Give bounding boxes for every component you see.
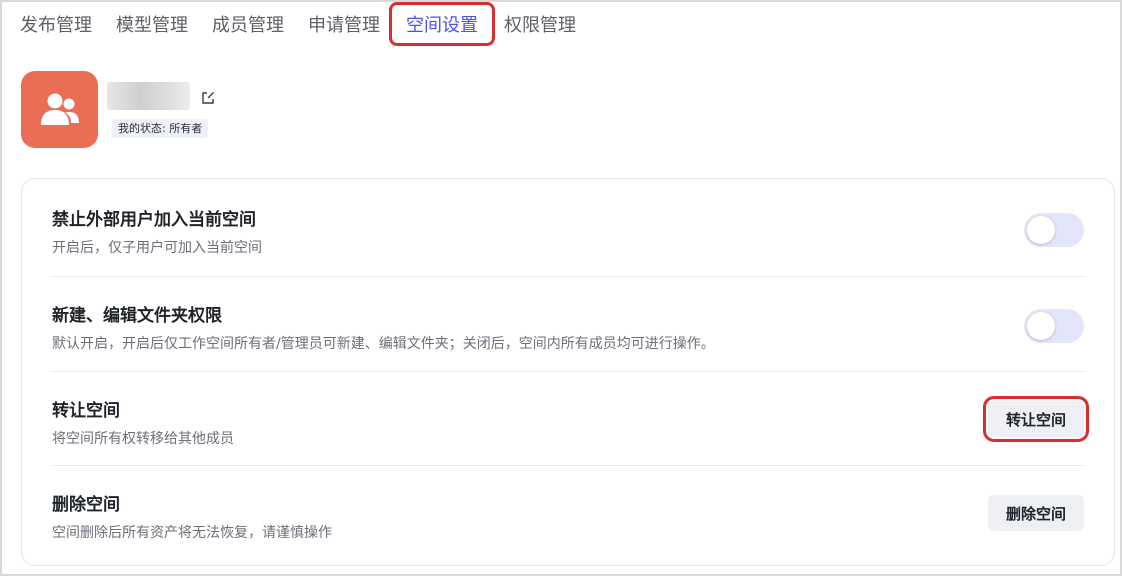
- settings-card: 禁止外部用户加入当前空间 开启后，仅子用户可加入当前空间 新建、编辑文件夹权限 …: [21, 178, 1115, 566]
- setting-row-transfer-space: 转让空间 将空间所有权转移给其他成员 转让空间: [52, 370, 1090, 465]
- toggle-knob: [1027, 312, 1055, 340]
- folder-permission-toggle[interactable]: [1024, 309, 1084, 343]
- tab-space-settings[interactable]: 空间设置: [389, 2, 495, 46]
- setting-description: 将空间所有权转移给其他成员: [52, 431, 234, 447]
- tab-publish-management[interactable]: 发布管理: [20, 7, 92, 41]
- setting-description: 开启后，仅子用户可加入当前空间: [52, 240, 262, 256]
- delete-space-button[interactable]: 删除空间: [987, 495, 1084, 531]
- setting-description: 空间删除后所有资产将无法恢复，请谨慎操作: [52, 525, 332, 541]
- setting-title: 新建、编辑文件夹权限: [52, 306, 222, 326]
- toggle-knob: [1027, 216, 1055, 244]
- setting-row-delete-space: 删除空间 空间删除后所有资产将无法恢复，请谨慎操作 删除空间: [52, 464, 1084, 559]
- tab-model-management[interactable]: 模型管理: [116, 7, 188, 41]
- tab-member-management[interactable]: 成员管理: [212, 7, 284, 41]
- tab-application-management[interactable]: 申请管理: [308, 7, 380, 41]
- setting-description: 默认开启，开启后仅工作空间所有者/管理员可新建、编辑文件夹；关闭后，空间内所有成…: [52, 336, 715, 352]
- users-icon: [40, 93, 79, 125]
- space-name-redacted: [107, 82, 190, 110]
- transfer-space-button[interactable]: 转让空间: [982, 396, 1090, 442]
- setting-title: 转让空间: [52, 401, 120, 421]
- space-avatar: [21, 71, 98, 148]
- settings-tabs: 发布管理 模型管理 成员管理 申请管理 空间设置 权限管理: [20, 2, 600, 46]
- setting-title: 删除空间: [52, 495, 120, 515]
- edit-icon[interactable]: [201, 90, 215, 104]
- tab-permission-management[interactable]: 权限管理: [504, 7, 576, 41]
- setting-title: 禁止外部用户加入当前空间: [52, 210, 256, 230]
- setting-row-block-external-users: 禁止外部用户加入当前空间 开启后，仅子用户可加入当前空间: [52, 179, 1084, 274]
- setting-row-folder-permission: 新建、编辑文件夹权限 默认开启，开启后仅工作空间所有者/管理员可新建、编辑文件夹…: [52, 275, 1084, 370]
- status-badge: 我的状态: 所有者: [112, 119, 209, 138]
- block-external-users-toggle[interactable]: [1024, 213, 1084, 247]
